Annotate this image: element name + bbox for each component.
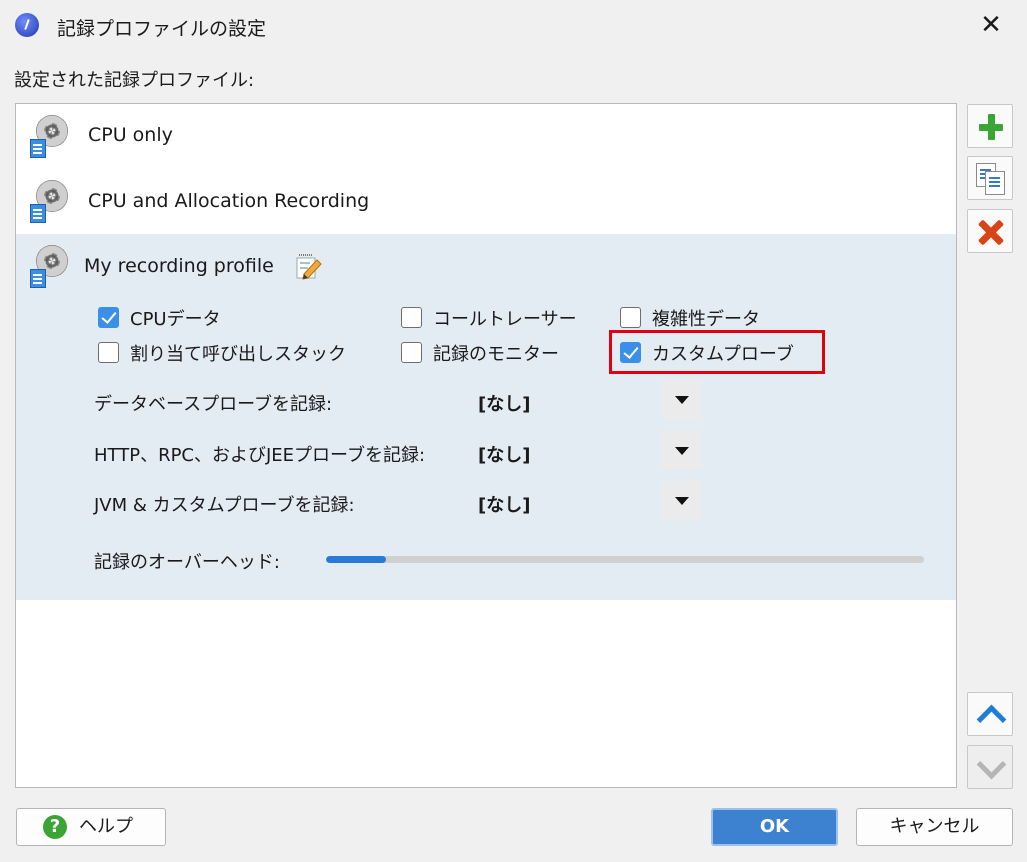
jvm-custom-probes-value: [なし]	[478, 495, 531, 516]
profile-name: CPU only	[88, 124, 173, 146]
checkbox-box	[401, 342, 422, 363]
close-icon[interactable]: ✕	[976, 10, 1006, 40]
cancel-button[interactable]: キャンセル	[856, 808, 1013, 846]
chevron-down-icon	[976, 749, 1007, 780]
chevron-up-icon	[976, 704, 1007, 735]
help-icon: ?	[43, 815, 67, 839]
overhead-label: 記録のオーバーヘッド:	[94, 552, 280, 573]
http-rpc-jee-probes-label: HTTP、RPC、およびJEEプローブを記録:	[94, 445, 426, 466]
edit-pencil-icon[interactable]	[294, 252, 322, 280]
app-icon	[15, 13, 39, 37]
copy-profile-button[interactable]	[967, 156, 1013, 200]
jvm-custom-probes-dropdown[interactable]	[662, 481, 702, 519]
profiles-list-label: 設定された記録プロファイル:	[14, 70, 255, 91]
http-rpc-jee-probes-value: [なし]	[478, 445, 531, 466]
delete-profile-button[interactable]	[967, 209, 1013, 253]
profile-item-my-recording-profile[interactable]: My recording profile CPUデータ コールトレーサー 複雑性…	[16, 234, 956, 600]
move-down-button[interactable]	[967, 745, 1013, 789]
profiles-list[interactable]: CPU only CPU and Allocation Recording My…	[15, 103, 957, 788]
database-probes-label: データベースプローブを記録:	[94, 394, 333, 415]
move-up-button[interactable]	[967, 692, 1013, 736]
profile-name: My recording profile	[84, 255, 274, 277]
add-profile-button[interactable]	[967, 104, 1013, 148]
checkbox-box	[98, 342, 119, 363]
profile-name: CPU and Allocation Recording	[88, 190, 370, 212]
ok-button[interactable]: OK	[711, 808, 838, 846]
checkbox-box	[401, 307, 422, 328]
jvm-custom-probes-label: JVM & カスタムプローブを記録:	[94, 495, 355, 516]
profile-item-cpu-allocation[interactable]: CPU and Allocation Recording	[16, 168, 956, 234]
profile-item-cpu-only[interactable]: CPU only	[16, 104, 956, 168]
help-button[interactable]: ? ヘルプ	[16, 808, 166, 846]
recording-profile-icon	[28, 113, 74, 159]
checkbox-box	[98, 307, 119, 328]
overhead-bar	[326, 556, 924, 563]
http-rpc-jee-probes-dropdown[interactable]	[662, 431, 702, 469]
checkbox-box	[620, 307, 641, 328]
highlight-box	[609, 330, 825, 374]
database-probes-dropdown[interactable]	[662, 380, 702, 418]
overhead-bar-fill	[326, 556, 386, 563]
title-bar: 記録プロファイルの設定 ✕	[0, 0, 1027, 52]
recording-profile-icon	[28, 178, 74, 224]
window-title: 記録プロファイルの設定	[57, 18, 267, 40]
recording-profile-icon	[28, 243, 74, 289]
database-probes-value: [なし]	[478, 394, 531, 415]
